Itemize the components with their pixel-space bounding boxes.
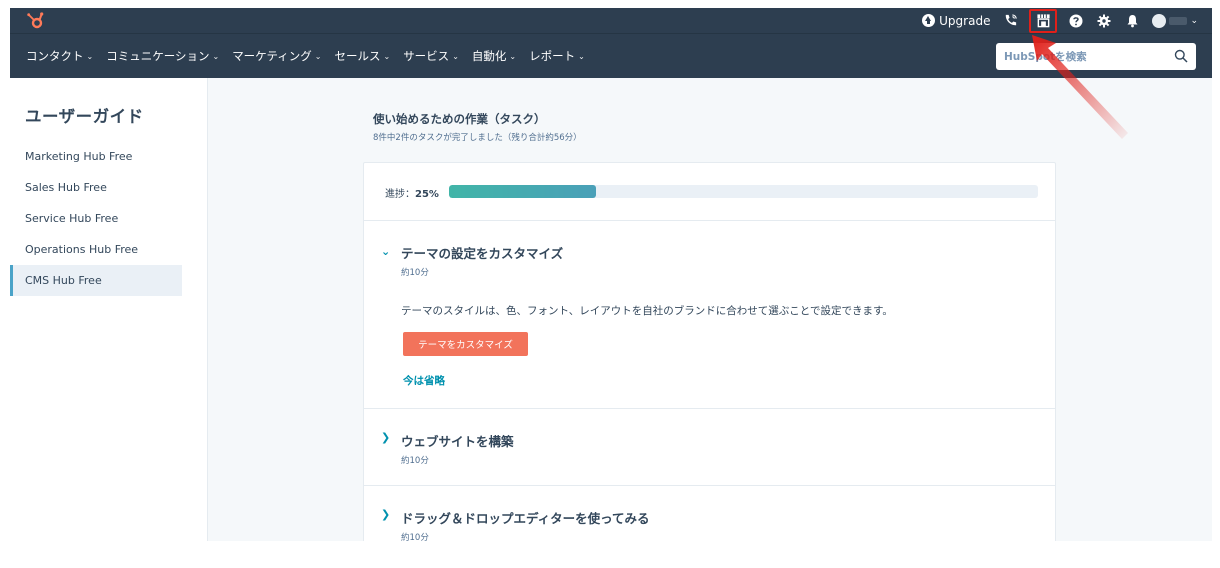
settings-gear-icon[interactable] <box>1096 13 1112 29</box>
task-card: 進捗：25% ⌄ テーマの設定をカスタマイズ 約10分 テーマのスタイルは、色、… <box>363 162 1056 541</box>
sidebar-item-operations-hub[interactable]: Operations Hub Free <box>10 234 182 265</box>
account-menu[interactable]: ⌄ <box>1152 13 1198 28</box>
task-description: テーマのスタイルは、色、フォント、レイアウトを自社のブランドに合わせて選ぶことで… <box>401 305 893 317</box>
progress-label: 進捗：25% <box>385 185 439 200</box>
chevron-down-icon: ⌄ <box>212 51 220 61</box>
page-subtitle: 8件中2件のタスクが完了しました（残り合計約56分） <box>373 133 582 143</box>
nav-item-label: マーケティング <box>232 49 312 63</box>
chevron-right-icon[interactable]: ❯ <box>381 431 390 444</box>
task-title[interactable]: ドラッグ＆ドロップエディターを使ってみる <box>401 508 650 527</box>
search-input[interactable] <box>1004 50 1164 63</box>
avatar <box>1152 13 1167 28</box>
nav-item-sales[interactable]: セールス ⌄ <box>334 48 390 64</box>
task-title[interactable]: テーマの設定をカスタマイズ <box>401 243 563 262</box>
chevron-down-icon[interactable]: ⌄ <box>381 245 390 258</box>
main-nav: コンタクト ⌄ コミュニケーション ⌄ マーケティング ⌄ セールス ⌄ サービス ⌄ 自… <box>10 33 1212 78</box>
bell-icon <box>1127 14 1138 27</box>
task-title[interactable]: ウェブサイトを構築 <box>401 431 514 450</box>
annotation-highlight-box <box>1029 8 1058 33</box>
sidebar-item-sales-hub[interactable]: Sales Hub Free <box>10 172 182 203</box>
task-item-customize-theme: ⌄ テーマの設定をカスタマイズ 約10分 テーマのスタイルは、色、フォント、レイ… <box>364 221 1055 409</box>
sidebar-title: ユーザーガイド <box>25 107 144 126</box>
progress-bar-fill <box>449 185 597 198</box>
upgrade-label: Upgrade <box>939 13 991 28</box>
nav-item-contacts[interactable]: コンタクト ⌄ <box>26 48 93 64</box>
sidebar-item-service-hub[interactable]: Service Hub Free <box>10 203 182 234</box>
progress-label-text: 進捗： <box>385 189 415 200</box>
progress-value: 25% <box>415 189 439 200</box>
chevron-down-icon: ⌄ <box>509 51 517 61</box>
nav-item-label: セールス <box>334 49 381 63</box>
sidebar-list: Marketing Hub Free Sales Hub Free Servic… <box>10 141 207 296</box>
top-bar: Upgrade ⌄ <box>10 8 1212 33</box>
nav-item-service[interactable]: サービス ⌄ <box>403 48 459 64</box>
task-time: 約10分 <box>401 268 429 278</box>
task-item-drag-drop-editor: ❯ ドラッグ＆ドロップエディターを使ってみる 約10分 <box>364 486 1055 541</box>
search-icon[interactable] <box>1174 49 1188 63</box>
skip-link[interactable]: 今は省略 <box>403 373 445 388</box>
notifications-bell-icon[interactable] <box>1124 13 1140 29</box>
nav-item-label: 自動化 <box>471 49 507 63</box>
nav-item-communications[interactable]: コミュニケーション ⌄ <box>106 48 219 64</box>
chevron-down-icon: ⌄ <box>314 51 322 61</box>
sidebar-item-cms-hub[interactable]: CMS Hub Free <box>10 265 182 296</box>
help-icon[interactable] <box>1068 13 1084 29</box>
phone-icon <box>1005 14 1017 26</box>
nav-item-label: コンタクト <box>26 49 84 63</box>
sidebar-item-marketing-hub[interactable]: Marketing Hub Free <box>10 141 182 172</box>
progress-bar <box>449 185 1038 198</box>
customize-theme-button[interactable]: テーマをカスタマイズ <box>403 332 528 356</box>
account-name-redacted <box>1169 16 1188 25</box>
nav-item-automation[interactable]: 自動化 ⌄ <box>472 48 516 64</box>
user-guide-sidebar: ユーザーガイド Marketing Hub Free Sales Hub Fre… <box>10 78 208 541</box>
top-right-actions: Upgrade ⌄ <box>922 8 1198 33</box>
chevron-down-icon: ⌄ <box>1190 15 1198 26</box>
hubspot-logo-icon[interactable] <box>26 11 46 31</box>
task-time: 約10分 <box>401 533 429 541</box>
main-content: 使い始めるための作業（タスク） 8件中2件のタスクが完了しました（残り合計約56… <box>208 78 1212 541</box>
question-circle-icon <box>1069 14 1083 27</box>
chevron-down-icon: ⌄ <box>452 51 459 61</box>
upgrade-button[interactable]: Upgrade <box>922 14 990 28</box>
progress-row: 進捗：25% <box>364 163 1055 221</box>
app-window: Upgrade ⌄ コンタクト ⌄ コミュニケーション ⌄ マーケティング ⌄ … <box>10 8 1212 541</box>
chevron-right-icon[interactable]: ❯ <box>381 508 390 521</box>
gear-icon <box>1097 14 1111 27</box>
task-time: 約10分 <box>401 456 429 466</box>
global-search <box>996 43 1196 70</box>
calling-phone-icon[interactable] <box>1002 13 1018 29</box>
nav-item-reports[interactable]: レポート ⌄ <box>529 48 585 64</box>
chevron-down-icon: ⌄ <box>578 51 585 61</box>
marketplace-button[interactable] <box>1029 8 1058 33</box>
chevron-down-icon: ⌄ <box>383 51 391 61</box>
nav-item-label: レポート <box>529 49 576 63</box>
page-title: 使い始めるための作業（タスク） <box>373 112 546 126</box>
nav-item-label: サービス <box>403 49 450 63</box>
upgrade-arrow-icon <box>922 14 936 27</box>
task-item-build-website: ❯ ウェブサイトを構築 約10分 <box>364 409 1055 486</box>
nav-item-marketing[interactable]: マーケティング ⌄ <box>232 48 321 64</box>
chevron-down-icon: ⌄ <box>86 51 94 61</box>
nav-item-label: コミュニケーション <box>106 49 210 63</box>
